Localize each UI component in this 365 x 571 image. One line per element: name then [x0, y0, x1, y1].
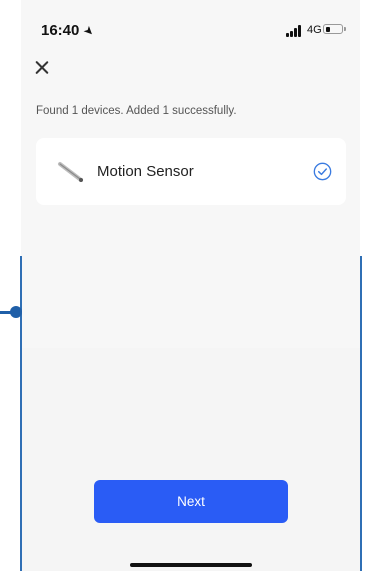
status-time: 16:40 ➤	[41, 22, 98, 40]
screen-lower-panel	[21, 348, 360, 571]
status-bar: 16:40 ➤ 4G	[21, 0, 360, 50]
location-arrow-icon: ➤	[80, 22, 98, 40]
left-edge-line	[20, 256, 22, 571]
battery-fill	[325, 26, 330, 32]
next-button[interactable]: Next	[94, 480, 288, 523]
right-edge-line	[360, 256, 362, 571]
app-frame: 16:40 ➤ 4G Found 1 devices. Added 1 succe…	[0, 0, 365, 571]
close-icon[interactable]	[32, 58, 52, 78]
home-indicator	[130, 563, 252, 567]
check-circle-icon	[313, 162, 332, 181]
battery-icon	[323, 24, 343, 34]
scan-summary-text: Found 1 devices. Added 1 successfully.	[36, 105, 237, 117]
motion-sensor-icon	[58, 162, 83, 182]
device-card[interactable]: Motion Sensor	[36, 138, 346, 205]
battery-tip	[344, 27, 346, 31]
status-time-text: 16:40	[41, 22, 80, 39]
signal-icon	[286, 25, 306, 37]
device-name: Motion Sensor	[97, 163, 194, 180]
left-connector-dot	[10, 306, 22, 318]
network-type: 4G	[307, 24, 322, 36]
